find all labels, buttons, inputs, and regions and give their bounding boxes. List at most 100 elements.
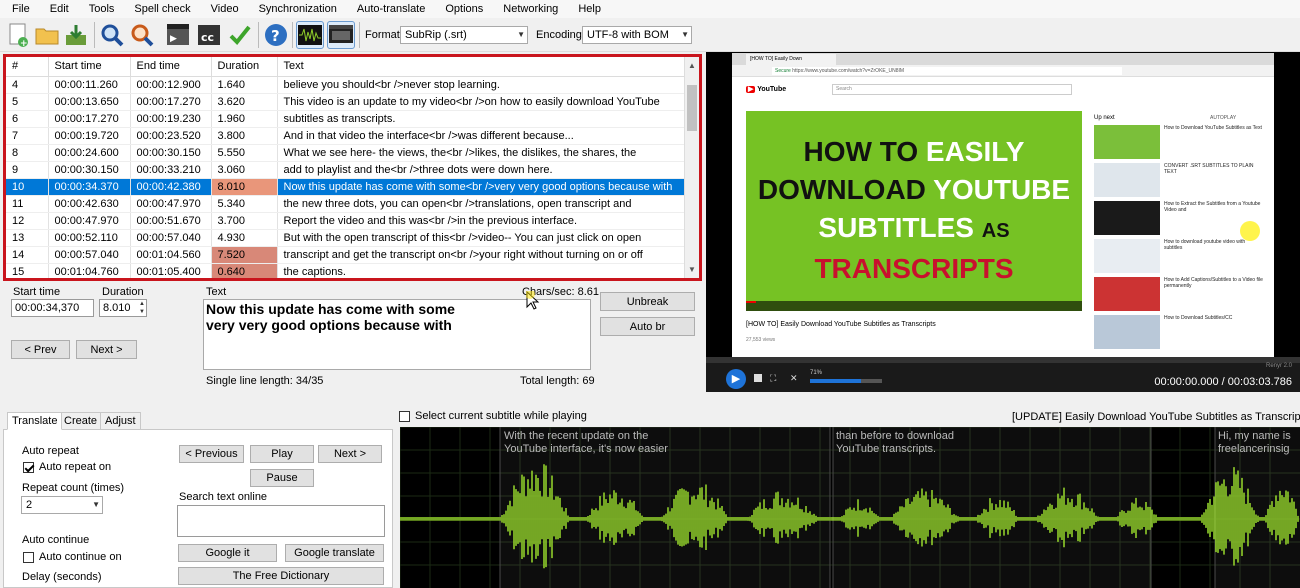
table-row[interactable]: 14 00:00:57.040 00:01:04.560 7.520 transcrip…	[6, 246, 691, 264]
tab-translate[interactable]: Translate	[7, 412, 63, 430]
cell-start: 00:00:13.650	[48, 93, 131, 111]
table-header-row: # Start time End time Duration Text	[6, 57, 691, 77]
thumb-line2b: YOUTUBE	[933, 174, 1071, 205]
table-row[interactable]: 6 00:00:17.270 00:00:19.230 1.960 subtitles …	[6, 110, 691, 128]
open-folder-icon[interactable]	[33, 21, 61, 49]
start-time-field[interactable]: 00:00:34,370	[11, 299, 94, 317]
chevron-down-icon: ▼	[92, 500, 100, 509]
auto-repeat-label: Auto repeat	[22, 445, 79, 457]
new-file-icon[interactable]: +	[4, 21, 32, 49]
table-row[interactable]: 4 00:00:11.260 00:00:12.900 1.640 believe yo…	[6, 76, 691, 94]
pause-button[interactable]: Pause	[250, 469, 314, 487]
prev-button[interactable]: < Prev	[11, 340, 70, 359]
cell-n: 12	[6, 212, 49, 230]
column-header-number[interactable]: #	[6, 57, 49, 77]
table-row[interactable]: 5 00:00:13.650 00:00:17.270 3.620 This video…	[6, 93, 691, 111]
chevron-down-icon: ▼	[517, 30, 525, 39]
menu-video[interactable]: Video	[199, 0, 247, 18]
cell-n: 10	[6, 178, 49, 196]
column-header-start-time[interactable]: Start time	[48, 57, 131, 77]
video-seek-bar[interactable]	[706, 357, 1300, 363]
cell-end: 00:01:05.400	[130, 263, 212, 278]
menu-networking[interactable]: Networking	[491, 0, 566, 18]
thumb-line3a: SUBTITLES	[818, 212, 982, 243]
cell-text: But with the open transcript of this<br …	[277, 229, 691, 247]
audio-waveform[interactable]: With the recent update on the YouTube in…	[400, 427, 1300, 588]
replace-icon[interactable]	[128, 21, 156, 49]
spinner-icon[interactable]: ▲ ▼	[139, 300, 145, 316]
table-row[interactable]: 8 00:00:24.600 00:00:30.150 5.550 What we se…	[6, 144, 691, 162]
column-header-end-time[interactable]: End time	[130, 57, 212, 77]
menu-file[interactable]: File	[0, 0, 38, 18]
search-online-input[interactable]	[177, 505, 385, 537]
select-current-checkbox[interactable]: Select current subtitle while playing	[399, 410, 587, 422]
side-title: How to Download Subtitles/CC	[1164, 315, 1233, 321]
column-header-duration[interactable]: Duration	[211, 57, 278, 77]
previous-button[interactable]: < Previous	[179, 445, 244, 463]
cell-end: 00:00:47.970	[130, 195, 212, 213]
auto-continue-checkbox[interactable]: Auto continue on	[23, 551, 122, 563]
menu-options[interactable]: Options	[433, 0, 491, 18]
menu-spell-check[interactable]: Spell check	[122, 0, 198, 18]
auto-br-button[interactable]: Auto br	[600, 317, 695, 336]
play-icon[interactable]: ▶	[726, 369, 746, 389]
tab-adjust[interactable]: Adjust	[100, 412, 141, 430]
scrollbar-thumb[interactable]	[687, 85, 697, 131]
checkbox-unchecked-icon[interactable]	[399, 410, 410, 422]
menu-edit[interactable]: Edit	[38, 0, 77, 18]
volume-slider[interactable]	[810, 379, 882, 383]
find-icon[interactable]	[98, 21, 126, 49]
scroll-down-icon[interactable]: ▼	[688, 265, 696, 274]
cell-dur: 5.550	[211, 144, 278, 162]
menu-help[interactable]: Help	[566, 0, 609, 18]
spell-check-icon[interactable]	[226, 21, 254, 49]
google-it-button[interactable]: Google it	[178, 544, 277, 562]
format-select[interactable]: SubRip (.srt) ▼	[400, 26, 528, 44]
table-row[interactable]: 11 00:00:42.630 00:00:47.970 5.340 the new t…	[6, 195, 691, 213]
cell-end: 00:00:12.900	[130, 76, 212, 94]
help-icon[interactable]: ?	[262, 21, 290, 49]
table-row[interactable]: 13 00:00:52.110 00:00:57.040 4.930 But with …	[6, 229, 691, 247]
toolbar-separator	[94, 22, 95, 48]
svg-text:▶: ▶	[170, 34, 177, 44]
video-player[interactable]: [HOW TO] Easily Down Secure https://www.…	[706, 52, 1300, 392]
unbreak-button[interactable]: Unbreak	[600, 292, 695, 311]
table-row[interactable]: 15 00:01:04.760 00:01:05.400 0.640 the capti…	[6, 263, 691, 278]
cell-end: 00:00:57.040	[130, 229, 212, 247]
mute-icon[interactable]: ✕	[790, 373, 798, 384]
visual-sync-icon[interactable]: ▶	[164, 21, 192, 49]
table-row[interactable]: 12 00:00:47.970 00:00:51.670 3.700 Report th…	[6, 212, 691, 230]
checkbox-checked-icon[interactable]	[23, 461, 34, 473]
menu-synchronization[interactable]: Synchronization	[247, 0, 345, 18]
video-toggle-icon[interactable]	[327, 21, 355, 49]
checkbox-unchecked-icon[interactable]	[23, 551, 34, 563]
free-dictionary-button[interactable]: The Free Dictionary	[178, 567, 384, 585]
cell-text: add to playlist and the<br />three dots …	[277, 161, 691, 179]
fullscreen-icon[interactable]: ⛶	[770, 373, 776, 384]
tab-create[interactable]: Create	[59, 412, 103, 430]
waveform-file-title: [UPDATE] Easily Download YouTube Subtitl…	[1012, 411, 1300, 423]
encoding-select[interactable]: UTF-8 with BOM ▼	[582, 26, 692, 44]
play-button[interactable]: Play	[250, 445, 314, 463]
save-icon[interactable]	[62, 21, 90, 49]
cell-dur: 1.960	[211, 110, 278, 128]
next-button-translate[interactable]: Next >	[318, 445, 382, 463]
table-row[interactable]: 7 00:00:19.720 00:00:23.520 3.800 And in tha…	[6, 127, 691, 145]
google-translate-button[interactable]: Google translate	[285, 544, 384, 562]
format-value: SubRip (.srt)	[405, 29, 467, 41]
auto-repeat-checkbox[interactable]: Auto repeat on	[23, 461, 111, 473]
thumbnail-text: HOW TO EASILY DOWNLOAD YOUTUBE SUBTITLES…	[746, 133, 1082, 288]
scroll-up-icon[interactable]: ▲	[688, 61, 696, 70]
grid-scrollbar[interactable]: ▲ ▼	[684, 57, 699, 278]
table-row[interactable]: 9 00:00:30.150 00:00:33.210 3.060 add to pla…	[6, 161, 691, 179]
menu-auto-translate[interactable]: Auto-translate	[345, 0, 433, 18]
repeat-count-select[interactable]: 2 ▼	[21, 496, 103, 514]
menu-tools[interactable]: Tools	[77, 0, 123, 18]
table-row[interactable]: 10 00:00:34.370 00:00:42.380 8.010 Now this …	[6, 178, 691, 196]
cc-caption-icon[interactable]: cc	[195, 21, 223, 49]
waveform-toggle-icon[interactable]	[296, 21, 324, 49]
next-button[interactable]: Next >	[76, 340, 137, 359]
column-header-text[interactable]: Text	[277, 57, 691, 77]
duration-field[interactable]: 8.010 ▲ ▼	[99, 299, 147, 317]
stop-icon[interactable]	[754, 374, 762, 382]
